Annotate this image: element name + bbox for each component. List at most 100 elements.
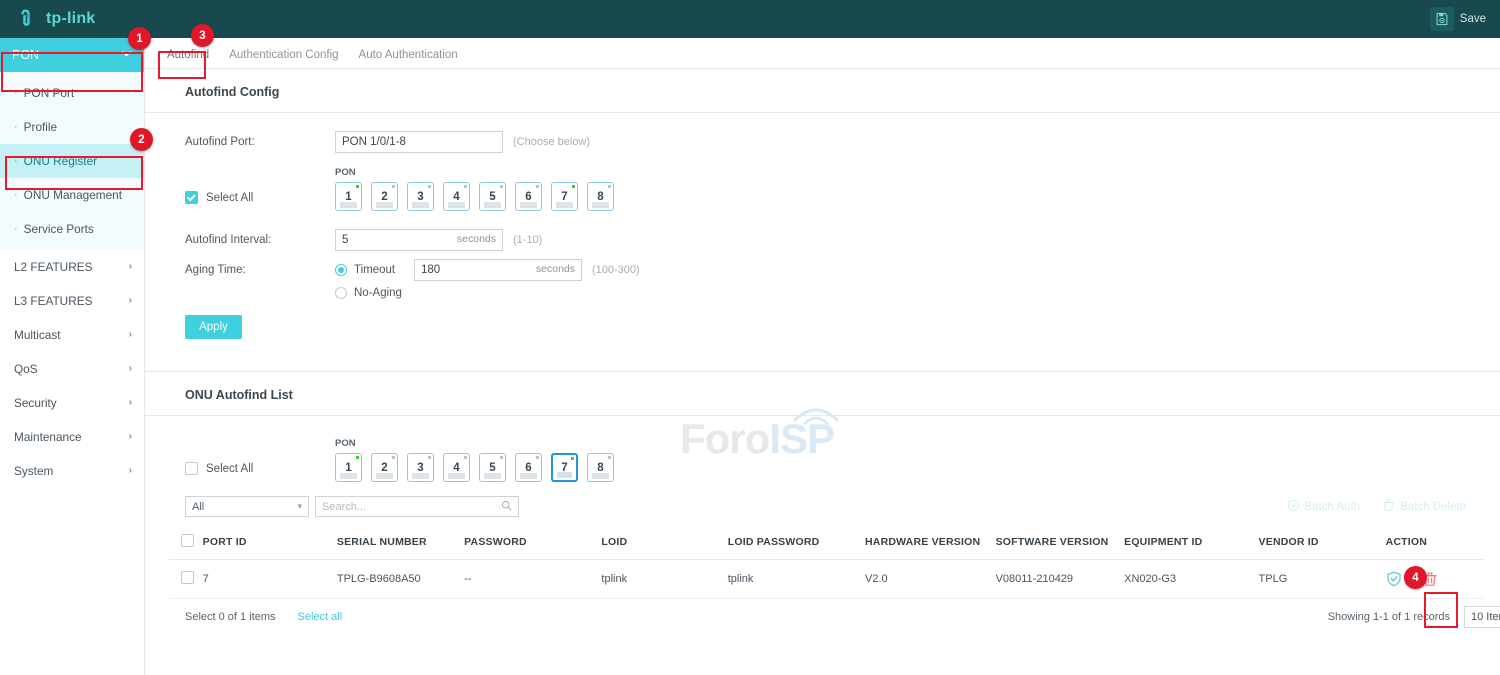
divider — [145, 415, 1500, 416]
footer-select-all-link[interactable]: Select all — [298, 611, 343, 623]
port-number: 6 — [525, 191, 531, 203]
filter-select-value: All — [192, 501, 204, 513]
port-base — [592, 473, 609, 479]
port-base — [340, 202, 357, 208]
cell-software-version: V08011-210429 — [996, 560, 1125, 599]
port-link-led — [500, 456, 503, 459]
sidebar: PON · PON Port · Profile · ONU Register … — [0, 38, 145, 675]
port-number: 3 — [417, 191, 423, 203]
sidebar-item-pon-port-label: PON Port — [24, 86, 74, 100]
batch-delete-button[interactable]: Batch Delete — [1382, 499, 1466, 515]
save-button[interactable]: Save — [1430, 7, 1486, 31]
main-content: Autofind Authentication Config Auto Auth… — [145, 38, 1500, 675]
port-selector-row: Select All PON 1 2 — [185, 167, 1500, 211]
port-base — [484, 473, 501, 479]
list-port-button-3[interactable]: 3 — [407, 453, 434, 482]
list-port-button-8[interactable]: 8 — [587, 453, 614, 482]
tab-authentication-config[interactable]: Authentication Config — [219, 49, 348, 68]
sidebar-item-pon-port[interactable]: · PON Port — [0, 76, 144, 110]
sidebar-item-l2-features[interactable]: L2 FEATURES › — [0, 250, 144, 284]
sidebar-sub-list: · PON Port · Profile · ONU Register · ON… — [0, 72, 144, 250]
table-filter-bar: All ▾ — [145, 496, 1500, 517]
port-button-8[interactable]: 8 — [587, 182, 614, 211]
no-aging-radio[interactable] — [335, 287, 347, 299]
sidebar-item-pon[interactable]: PON — [0, 38, 144, 72]
port-link-led — [500, 185, 503, 188]
list-port-button-2[interactable]: 2 — [371, 453, 398, 482]
select-all-config-checkbox[interactable] — [185, 191, 198, 204]
list-port-button-6[interactable]: 6 — [515, 453, 542, 482]
header-hardware-version: HARDWARE VERSION — [865, 525, 996, 560]
list-port-button-5[interactable]: 5 — [479, 453, 506, 482]
port-button-1[interactable]: 1 — [335, 182, 362, 211]
port-button-7[interactable]: 7 — [551, 182, 578, 211]
select-all-list-label: Select All — [206, 463, 253, 475]
shield-check-icon — [1287, 499, 1300, 515]
list-port-button-1[interactable]: 1 — [335, 453, 362, 482]
header-serial-number: SERIAL NUMBER — [337, 525, 464, 560]
header-action: ACTION — [1386, 525, 1484, 560]
table-row[interactable]: 7 TPLG-B9608A50 -- tplink tplink V2.0 V0… — [169, 560, 1484, 599]
header-loid-password: LOID PASSWORD — [728, 525, 865, 560]
port-number: 4 — [453, 191, 459, 203]
port-base — [557, 472, 572, 478]
autofind-interval-input[interactable] — [335, 229, 503, 251]
sidebar-item-maintenance[interactable]: Maintenance › — [0, 420, 144, 454]
sidebar-item-onu-register[interactable]: · ONU Register — [0, 144, 144, 178]
table-select-all-checkbox[interactable] — [181, 534, 194, 547]
sidebar-item-profile[interactable]: · Profile — [0, 110, 144, 144]
port-button-group: 1 2 3 — [335, 182, 614, 211]
autofind-interval-row: Autofind Interval: seconds (1-10) — [185, 229, 1500, 251]
tab-autofind[interactable]: Autofind — [157, 49, 219, 68]
port-button-5[interactable]: 5 — [479, 182, 506, 211]
autofind-port-input[interactable] — [335, 131, 503, 153]
tab-auto-authentication[interactable]: Auto Authentication — [349, 49, 468, 68]
batch-actions: Batch Auth Batch Delete — [1287, 499, 1466, 515]
sidebar-item-onu-register-label: ONU Register — [24, 154, 97, 168]
sidebar-item-service-ports[interactable]: · Service Ports — [0, 212, 144, 246]
port-button-4[interactable]: 4 — [443, 182, 470, 211]
sidebar-item-multicast[interactable]: Multicast › — [0, 318, 144, 352]
search-icon — [501, 498, 512, 516]
list-port-button-4[interactable]: 4 — [443, 453, 470, 482]
sidebar-item-qos[interactable]: QoS › — [0, 352, 144, 386]
search-input[interactable] — [322, 501, 501, 513]
apply-button[interactable]: Apply — [185, 315, 242, 339]
timeout-hint: (100-300) — [592, 264, 640, 276]
sidebar-item-l3-features[interactable]: L3 FEATURES › — [0, 284, 144, 318]
row-delete-button[interactable] — [1422, 571, 1438, 587]
list-port-button-7[interactable]: 7 — [551, 453, 578, 482]
port-button-3[interactable]: 3 — [407, 182, 434, 211]
timeout-radio[interactable] — [335, 264, 347, 276]
port-number: 4 — [453, 462, 459, 474]
batch-auth-button[interactable]: Batch Auth — [1287, 499, 1361, 515]
header-loid: LOID — [601, 525, 727, 560]
sidebar-item-security[interactable]: Security › — [0, 386, 144, 420]
page-size-select[interactable]: 10 Items/page ▾ — [1464, 606, 1500, 628]
no-aging-label: No-Aging — [354, 287, 402, 299]
sidebar-item-qos-label: QoS — [14, 362, 38, 376]
port-number: 1 — [345, 462, 351, 474]
sidebar-item-profile-label: Profile — [24, 120, 57, 134]
row-auth-button[interactable] — [1386, 571, 1402, 587]
autofind-interval-label: Autofind Interval: — [185, 234, 335, 246]
cell-action — [1386, 560, 1484, 599]
sidebar-item-system[interactable]: System › — [0, 454, 144, 488]
port-base — [592, 202, 609, 208]
port-link-led — [464, 456, 467, 459]
row-checkbox[interactable] — [181, 571, 194, 584]
port-number: 5 — [489, 462, 495, 474]
cell-serial-number: TPLG-B9608A50 — [337, 560, 464, 599]
select-all-list-checkbox[interactable] — [185, 462, 198, 475]
port-base — [448, 473, 465, 479]
filter-select[interactable]: All ▾ — [185, 496, 309, 517]
timeout-input[interactable] — [414, 259, 582, 281]
autofind-config-form: Autofind Port: (Choose below) Select All… — [145, 113, 1500, 339]
aging-time-row: Aging Time: Timeout seconds (100-300) — [185, 259, 1500, 281]
timeout-label: Timeout — [354, 264, 414, 276]
port-button-6[interactable]: 6 — [515, 182, 542, 211]
save-gear-icon — [1430, 7, 1454, 31]
port-button-2[interactable]: 2 — [371, 182, 398, 211]
sidebar-item-onu-management[interactable]: · ONU Management — [0, 178, 144, 212]
search-box[interactable] — [315, 496, 519, 517]
